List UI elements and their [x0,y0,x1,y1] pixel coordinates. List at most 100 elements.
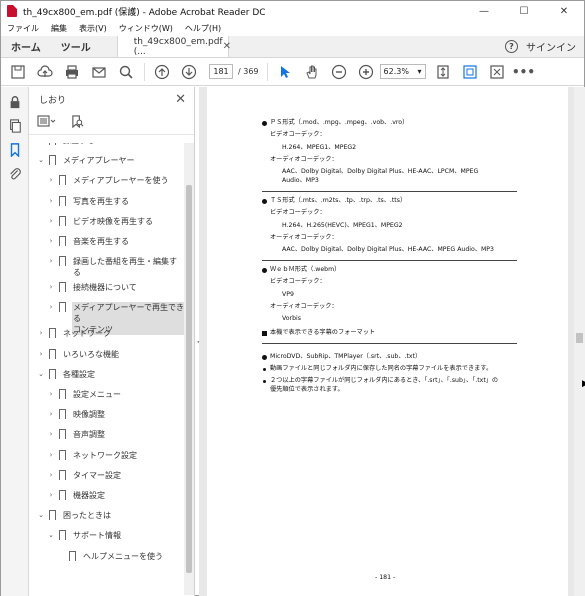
subtitle-heading: 本機で表示できる字幕のフォーマット [270,329,376,336]
chevron-right-icon[interactable]: › [37,328,45,339]
chevron-down-icon[interactable]: ⌄ [37,369,45,380]
close-window-button[interactable]: ✕ [544,1,584,21]
zoom-select[interactable]: 62.3% ▾ [379,64,426,79]
bookmark-item[interactable]: › 機器設定 [29,490,185,501]
bookmark-label-text: 映像調整 [73,410,105,420]
bookmark-item[interactable]: ヘルプメニューを使う [29,550,185,562]
chevron-right-icon[interactable]: › [47,236,55,247]
chevron-right-icon[interactable]: › [37,143,45,146]
bookmark-label-text: 接続機器について [73,283,137,293]
email-icon[interactable] [89,62,109,82]
chevron-right-icon[interactable]: › [47,302,55,313]
cloud-upload-icon[interactable] [35,62,55,82]
attachment-icon[interactable] [6,165,24,183]
bookmark-item[interactable]: › 設定メニュー [29,389,185,400]
bookmark-label: いろいろな機能 [62,349,120,360]
bookmark-item[interactable]: ⌄ サポート情報 [29,530,185,542]
bookmark-options-icon[interactable] [37,115,57,130]
full-screen-icon[interactable] [487,62,507,82]
fit-page-icon[interactable] [433,62,453,82]
bookmark-label: 映像調整 [72,409,106,420]
panel-scrollbar[interactable] [184,143,194,595]
menu-edit[interactable]: 編集 [45,23,73,34]
chevron-right-icon[interactable]: › [47,490,55,501]
bookmark-label: ネットワーク設定 [72,450,138,461]
chevron-right-icon[interactable]: › [47,409,55,420]
bookmark-item[interactable]: › タイマー設定 [29,469,185,481]
menu-file[interactable]: ファイル [1,23,45,34]
select-cursor-icon[interactable] [275,62,295,82]
bookmark-item[interactable]: › ネットワーク [29,328,185,340]
chevron-right-icon[interactable]: › [37,349,45,360]
bookmark-item[interactable]: › 録画する [29,143,185,146]
lock-icon[interactable] [6,93,24,111]
subtitle-note-1: 動画ファイルと同じフォルダ内に保存した同名の字幕ファイルを表示できます。 [270,365,493,372]
chevron-right-icon[interactable]: › [47,470,55,481]
zoom-out-icon[interactable] [329,62,349,82]
menu-help[interactable]: ヘルプ(H) [179,23,227,34]
bookmark-item[interactable]: ⌄ 困ったときは [29,510,185,522]
document-scrollbar[interactable] [574,87,585,596]
ps-title: ＰＳ形式（.mod、.mpg、.mpeg、.vob、.vro） [270,119,409,126]
chevron-right-icon[interactable]: › [47,389,55,400]
chevron-right-icon[interactable]: › [47,429,55,440]
bookmark-label-text: ネットワーク [63,329,111,339]
bookmark-label-text: 録画した番組を再生・編集す [73,257,177,267]
page-number-input[interactable]: 181 [209,64,233,79]
tab-tools[interactable]: ツール [51,36,101,57]
prev-page-icon[interactable] [152,62,172,82]
bookmark-label-text: メディアプレーヤーを使う [73,176,169,186]
chevron-right-icon[interactable] [57,551,65,562]
scroll-mode-icon[interactable] [460,62,480,82]
minimize-button[interactable]: — [464,1,504,21]
chevron-down-icon[interactable]: ⌄ [37,510,45,521]
chevron-right-icon[interactable]: › [47,282,55,293]
bookmark-item[interactable]: ⌄ メディアプレーヤー [29,155,185,167]
panel-scroll-thumb[interactable] [186,185,192,573]
bookmark-item[interactable]: › ビデオ映像を再生する [29,215,185,227]
bookmark-label: 音楽を再生する [72,236,130,247]
chevron-right-icon[interactable]: › [47,216,55,227]
webm-audio-label: オーディオコーデック： [270,303,338,310]
close-panel-icon[interactable]: ✕ [175,92,186,107]
hand-tool-icon[interactable] [302,62,322,82]
tab-home[interactable]: ホーム [1,36,51,57]
chevron-right-icon[interactable]: › [47,196,55,207]
subtitle-note-2a: ２つ以上の字幕ファイルが同じフォルダ内にあるとき、「.srt」、「.sub」、「… [270,377,499,384]
chevron-right-icon[interactable]: › [47,256,55,267]
chevron-down-icon[interactable]: ⌄ [47,530,55,541]
tab-document[interactable]: th_49cx800_em.pdf (... ✕ [116,36,231,57]
chevron-down-icon[interactable]: ⌄ [37,155,45,166]
maximize-button[interactable]: ☐ [504,1,544,21]
help-icon[interactable]: ? [505,40,518,53]
menu-view[interactable]: 表示(V) [73,23,113,34]
bookmark-item[interactable]: ⌄ 各種設定 [29,368,185,380]
bookmark-tree: › 録画する ⌄ メディアプレーヤー › メディアプレーヤーを使う › 写真を再生する › ビデオ… [29,143,185,595]
bookmark-item[interactable]: › メディアプレーヤーを使う [29,175,185,187]
ps-audio-2: Audio、MP3 [282,177,319,184]
signin-button[interactable]: サインイン [526,39,576,54]
print-icon[interactable] [62,62,82,82]
bookmark-icon[interactable] [6,141,24,159]
menu-window[interactable]: ウィンドウ(W) [113,23,179,34]
bookmark-item[interactable]: › 録画した番組を再生・編集する [29,256,185,278]
find-bookmark-icon[interactable] [71,114,84,131]
pages-icon[interactable] [6,117,24,135]
bookmark-item[interactable]: › ネットワーク設定 [29,449,185,461]
bookmark-item[interactable]: › いろいろな機能 [29,348,185,360]
chevron-right-icon[interactable]: › [47,450,55,461]
zoom-in-icon[interactable] [356,62,376,82]
save-icon[interactable] [8,62,28,82]
search-icon[interactable] [116,62,136,82]
panel-title: しおり [39,95,67,106]
document-scroll-thumb[interactable] [576,333,583,343]
chevron-right-icon[interactable]: › [47,175,55,186]
bookmark-item[interactable]: › 音楽を再生する [29,236,185,247]
close-tab-icon[interactable]: ✕ [223,41,231,52]
more-tools-icon[interactable]: ••• [512,62,535,82]
next-page-icon[interactable] [179,62,199,82]
bookmark-item[interactable]: › 写真を再生する [29,195,185,207]
bookmark-item[interactable]: › 映像調整 [29,409,185,421]
bookmark-item[interactable]: › 音声調整 [29,429,185,441]
bookmark-item[interactable]: › 接続機器について [29,282,185,294]
